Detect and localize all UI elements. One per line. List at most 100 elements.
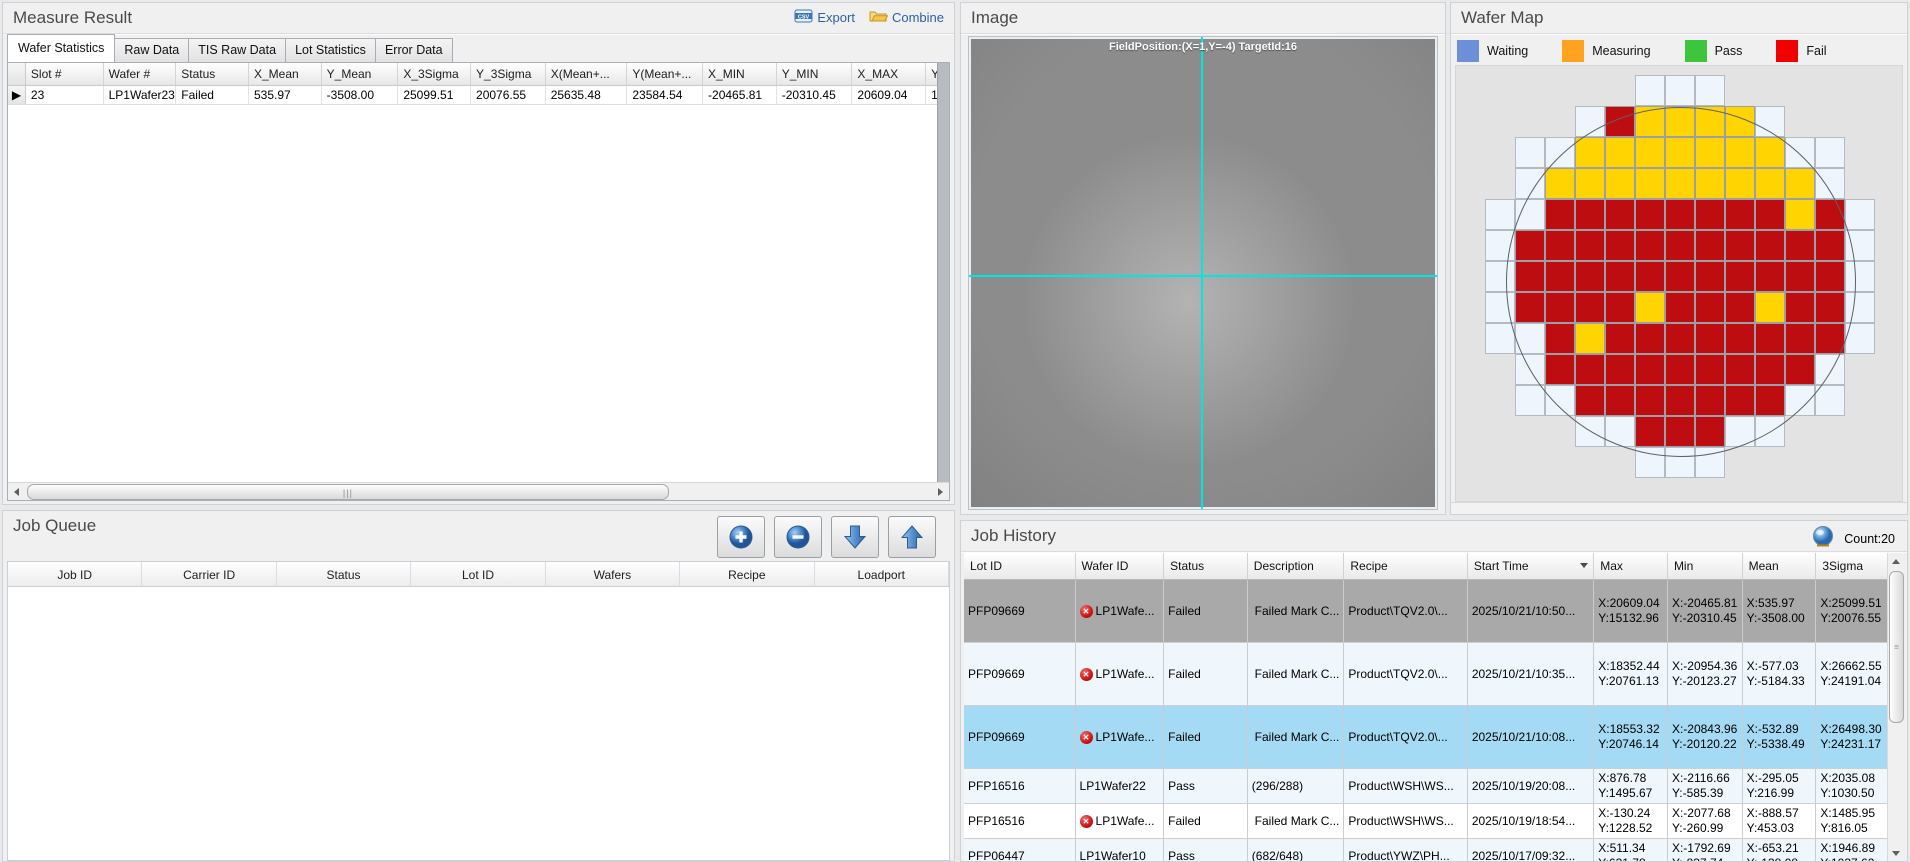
measure-table-row[interactable]: ▶23LP1Wafer23Failed535.97-3508.0025099.5… <box>8 86 949 105</box>
failed-status-icon: ✕ <box>1080 668 1093 681</box>
jh-cell-max: X:18352.44 Y:20761.13 <box>1594 643 1668 705</box>
mr-col-y-3sigma[interactable]: Y_3Sigma <box>471 63 546 85</box>
tab-error-data[interactable]: Error Data <box>375 38 453 62</box>
job-history-row[interactable]: PFP09669✕LP1Wafe...FailedFailed Mark C..… <box>964 706 1888 769</box>
job-history-row[interactable]: PFP06447LP1Wafer10Pass(682/648)Product\Y… <box>964 839 1888 861</box>
mr-col-x-max[interactable]: X_MAX <box>852 63 926 85</box>
jh-col-start-time[interactable]: Start Time <box>1468 553 1594 579</box>
job-queue-panel: Job Queue <box>2 510 955 862</box>
svg-text:CSV: CSV <box>798 14 810 20</box>
jh-cell-min: X:-20843.96 Y:-20120.22 <box>1668 706 1743 768</box>
sort-descending-icon <box>1580 563 1588 568</box>
job-history-row[interactable]: PFP16516✕LP1Wafe...FailedFailed Mark C..… <box>964 804 1888 839</box>
scroll-left-arrow-icon[interactable] <box>8 483 25 500</box>
jh-col-mean[interactable]: Mean <box>1743 553 1817 579</box>
jh-col-lot-id[interactable]: Lot ID <box>964 553 1076 579</box>
combine-button[interactable]: Combine <box>869 9 944 26</box>
jh-cell-min: X:-2116.66 Y:-585.39 <box>1668 769 1743 803</box>
jh-cell-description: (682/648) <box>1248 839 1345 861</box>
wafer-die-cell <box>1485 323 1515 354</box>
jh-col-3sigma[interactable]: 3Sigma <box>1816 553 1888 579</box>
jh-col-min[interactable]: Min <box>1668 553 1743 579</box>
jh-cell-mean: X:-295.05 Y:216.99 <box>1743 769 1817 803</box>
job-history-table: Lot IDWafer IDStatusDescriptionRecipeSta… <box>964 553 1888 861</box>
legend-label-fail: Fail <box>1806 44 1826 58</box>
measure-horizontal-scrollbar[interactable]: ||| <box>8 482 949 500</box>
measure-result-panel: Measure Result CSV Export Combine Wafer … <box>2 2 955 505</box>
jh-cell-recipe: Product\WSH\WS... <box>1344 804 1467 838</box>
jq-col-loadport[interactable]: Loadport <box>815 562 949 586</box>
job-history-row[interactable]: PFP09669✕LP1Wafe...FailedFailed Mark C..… <box>964 580 1888 643</box>
lens-icon[interactable] <box>1810 524 1836 553</box>
scroll-down-arrow-icon[interactable] <box>1888 845 1904 861</box>
job-queue-table-header: Job IDCarrier IDStatusLot IDWafersRecipe… <box>7 561 950 587</box>
field-position-label: FieldPosition:(X=1,Y=-4) TargetId:16 <box>969 41 1437 53</box>
job-history-row[interactable]: PFP09669✕LP1Wafe...FailedFailed Mark C..… <box>964 643 1888 706</box>
jh-cell-lot-id: PFP09669 <box>964 706 1076 768</box>
tab-wafer-statistics[interactable]: Wafer Statistics <box>7 34 115 62</box>
jh-cell-start-time: 2025/10/17/09:32... <box>1468 839 1594 861</box>
tab-raw-data[interactable]: Raw Data <box>114 38 189 62</box>
mr-col-x-3sigma[interactable]: X_3Sigma <box>398 63 471 85</box>
jh-cell-start-time: 2025/10/19/18:54... <box>1468 804 1594 838</box>
wafer-die-cell <box>1515 137 1545 168</box>
jh-col-recipe[interactable]: Recipe <box>1344 553 1467 579</box>
job-queue-table-body <box>7 587 950 861</box>
jq-col-carrier-id[interactable]: Carrier ID <box>142 562 276 586</box>
jh-cell-lot-id: PFP16516 <box>964 804 1076 838</box>
jh-cell-recipe: Product\TQV2.0\... <box>1344 706 1467 768</box>
jh-cell-wafer-id: LP1Wafer10 <box>1076 839 1165 861</box>
wafer-map-title: Wafer Map <box>1451 3 1907 34</box>
jh-col-description[interactable]: Description <box>1248 553 1345 579</box>
jh-col-wafer-id[interactable]: Wafer ID <box>1076 553 1165 579</box>
mr-col-y-mean[interactable]: Y_Mean <box>322 63 399 85</box>
jh-cell-status: Pass <box>1164 769 1248 803</box>
mr-col-wafer[interactable]: Wafer # <box>104 63 177 85</box>
scroll-right-arrow-icon[interactable] <box>932 483 949 500</box>
jh-cell-max: X:20609.04 Y:15132.96 <box>1594 580 1668 642</box>
add-job-button[interactable] <box>717 516 765 558</box>
jh-cell-wafer-id: LP1Wafer22 <box>1076 769 1165 803</box>
mr-col-x-min[interactable]: X_MIN <box>703 63 777 85</box>
jh-col-max[interactable]: Max <box>1594 553 1668 579</box>
mr-col-x-mean[interactable]: X_Mean <box>249 63 322 85</box>
jh-cell-wafer-id: ✕LP1Wafe... <box>1076 643 1165 705</box>
job-history-row[interactable]: PFP16516LP1Wafer22Pass(296/288)Product\W… <box>964 769 1888 804</box>
measure-vertical-scrollbar[interactable] <box>937 63 949 482</box>
move-down-button[interactable] <box>831 516 879 558</box>
jq-col-job-id[interactable]: Job ID <box>8 562 142 586</box>
measure-cell: 20609.04 <box>852 86 926 104</box>
legend-swatch-waiting <box>1457 40 1479 62</box>
scrollbar-thumb[interactable]: ≡ <box>1889 571 1904 723</box>
camera-image[interactable]: FieldPosition:(X=1,Y=-4) TargetId:16 <box>968 36 1438 510</box>
mr-col-status[interactable]: Status <box>176 63 249 85</box>
export-button[interactable]: CSV Export <box>794 9 855 26</box>
jh-col-status[interactable]: Status <box>1164 553 1248 579</box>
mr-col-y-mean[interactable]: Y(Mean+... <box>627 63 703 85</box>
legend-label-waiting: Waiting <box>1487 44 1528 58</box>
jh-cell-start-time: 2025/10/21/10:35... <box>1468 643 1594 705</box>
jq-col-status[interactable]: Status <box>277 562 411 586</box>
jq-col-lot-id[interactable]: Lot ID <box>411 562 545 586</box>
jh-cell-max: X:18553.32 Y:20746.14 <box>1594 706 1668 768</box>
mr-col-y-min[interactable]: Y_MIN <box>777 63 853 85</box>
scrollbar-thumb[interactable]: ||| <box>27 484 669 500</box>
jh-cell-min: X:-20954.36 Y:-20123.27 <box>1668 643 1743 705</box>
jq-col-wafers[interactable]: Wafers <box>546 562 680 586</box>
mr-col-x-mean[interactable]: X(Mean+... <box>546 63 628 85</box>
jh-cell-recipe: Product\YWZ\PH... <box>1344 839 1467 861</box>
scroll-up-arrow-icon[interactable] <box>1888 553 1904 569</box>
job-history-vertical-scrollbar[interactable]: ≡ <box>1887 553 1904 861</box>
wafer-map-legend: WaitingMeasuringPassFail <box>1457 39 1901 63</box>
job-history-table-body: PFP09669✕LP1Wafe...FailedFailed Mark C..… <box>964 580 1888 861</box>
move-up-button[interactable] <box>888 516 936 558</box>
tab-lot-statistics[interactable]: Lot Statistics <box>285 38 376 62</box>
jq-col-recipe[interactable]: Recipe <box>680 562 814 586</box>
jh-cell-recipe: Product\TQV2.0\... <box>1344 580 1467 642</box>
wafer-statistics-tabpage: Slot #Wafer #StatusX_MeanY_MeanX_3SigmaY… <box>7 62 950 501</box>
tab-tis-raw-data[interactable]: TIS Raw Data <box>188 38 286 62</box>
measure-cell: -20310.45 <box>777 86 853 104</box>
mr-col-slot[interactable]: Slot # <box>26 63 104 85</box>
remove-job-button[interactable] <box>774 516 822 558</box>
jh-cell-3sigma: X:26662.55 Y:24191.04 <box>1816 643 1888 705</box>
